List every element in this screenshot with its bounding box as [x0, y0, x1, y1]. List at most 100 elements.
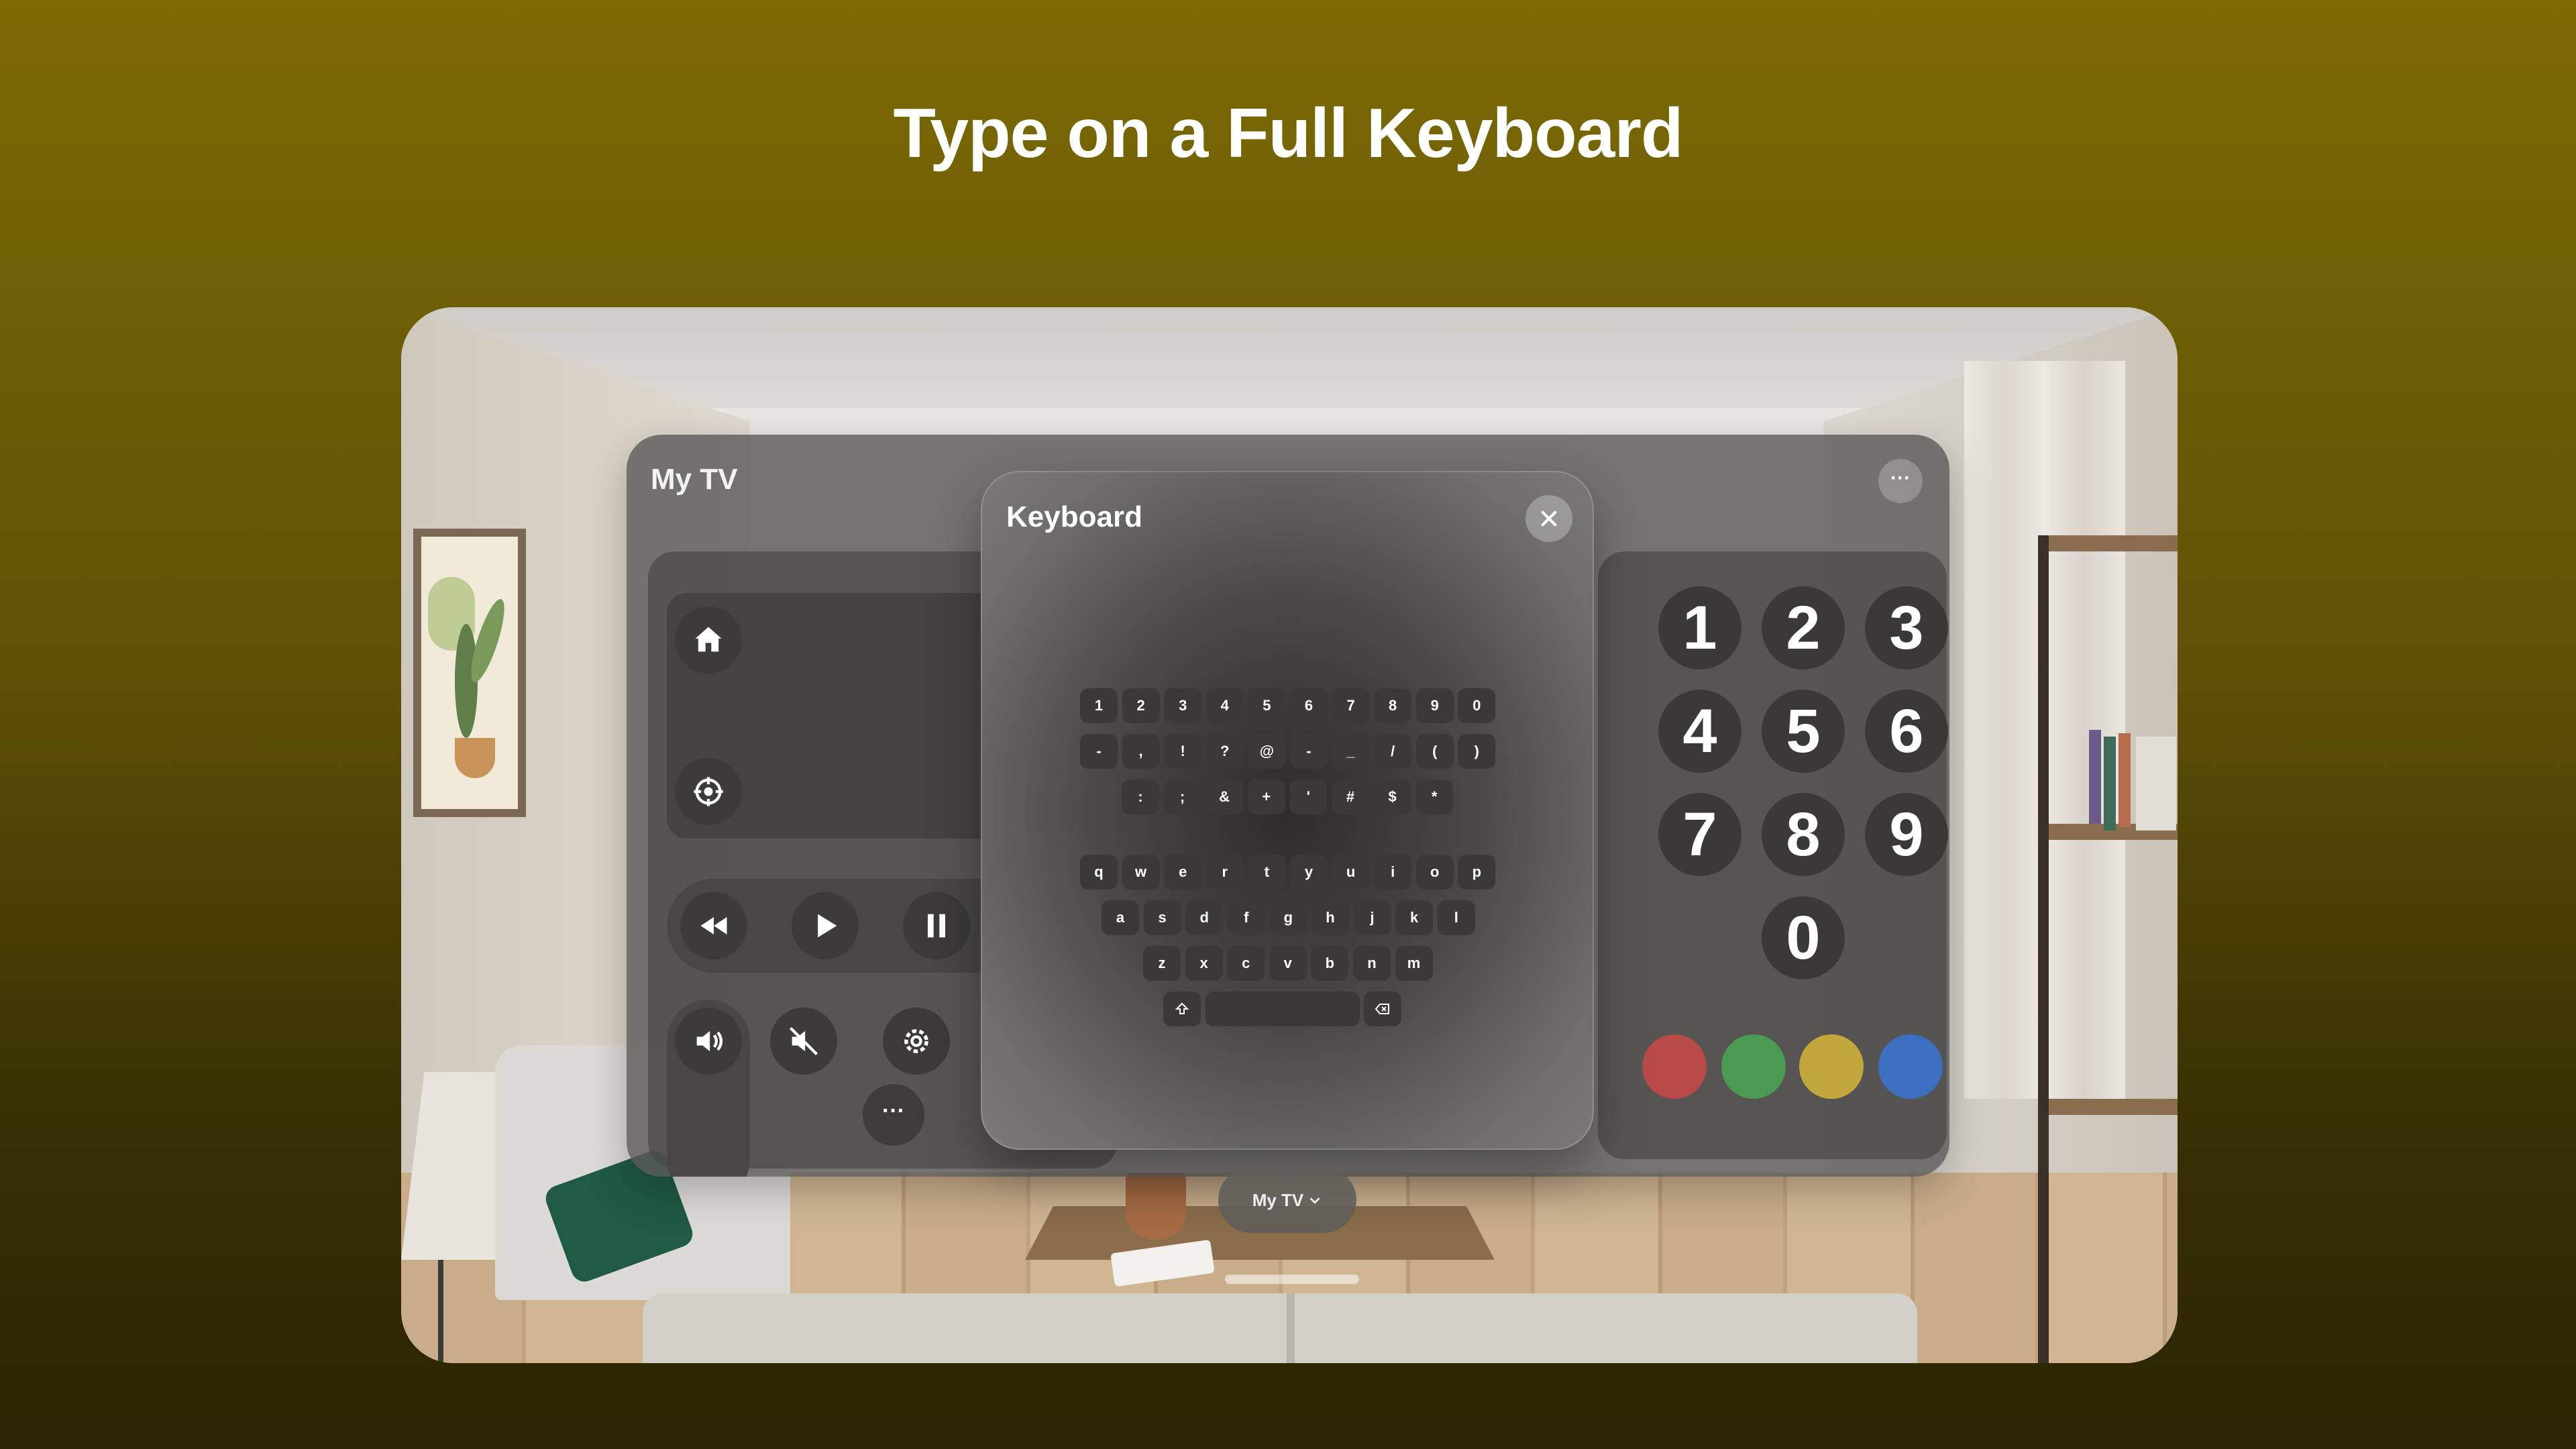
home-button[interactable] [675, 606, 742, 674]
keyboard-key[interactable]: ' [1289, 780, 1328, 814]
numpad-key[interactable]: 8 [1762, 793, 1845, 876]
keyboard-row-bottom [1163, 991, 1406, 1026]
keyboard-key[interactable]: j [1353, 900, 1391, 935]
keyboard-key[interactable]: p [1458, 855, 1496, 890]
keyboard-key[interactable]: r [1205, 855, 1244, 890]
keyboard-key[interactable]: @ [1248, 734, 1286, 769]
keyboard-title: Keyboard [1006, 500, 1142, 533]
keyboard-key[interactable]: g [1269, 900, 1307, 935]
keyboard-key[interactable]: + [1247, 780, 1285, 814]
blue-button[interactable] [1878, 1034, 1943, 1099]
keyboard-key[interactable]: 6 [1289, 688, 1328, 723]
keyboard-key[interactable]: e [1164, 855, 1202, 890]
sofa [643, 1293, 1917, 1363]
numpad-key[interactable]: 2 [1762, 586, 1845, 669]
keyboard-key[interactable]: l [1437, 900, 1475, 935]
numpad-key[interactable]: 1 [1658, 586, 1741, 669]
chevron-down-icon [1309, 1197, 1320, 1204]
keyboard-key[interactable]: d [1185, 900, 1224, 935]
numpad-key[interactable]: 7 [1658, 793, 1741, 876]
keyboard-row-zxcv: zxcvbnm [1143, 946, 1437, 981]
bookshelf [2038, 535, 2178, 1363]
keyboard-key[interactable]: 9 [1415, 688, 1454, 723]
keyboard-key[interactable]: o [1415, 855, 1454, 890]
device-switcher[interactable]: My TV [1218, 1167, 1356, 1233]
keyboard-key[interactable]: i [1374, 855, 1412, 890]
keyboard-key[interactable]: y [1289, 855, 1328, 890]
keyboard-key[interactable]: ) [1458, 734, 1496, 769]
keyboard-row-numbers: 1234567890 [1080, 688, 1500, 723]
keyboard-key[interactable]: / [1374, 734, 1412, 769]
close-button[interactable] [1525, 495, 1572, 542]
vase [1126, 1173, 1186, 1240]
keyboard-key[interactable]: ? [1205, 734, 1244, 769]
keyboard-key[interactable]: ; [1163, 780, 1201, 814]
numpad-panel: 1 2 3 4 5 6 7 8 9 0 [1598, 551, 1948, 1159]
green-button[interactable] [1721, 1034, 1786, 1099]
keyboard-key[interactable]: t [1248, 855, 1286, 890]
numpad-key[interactable]: 3 [1865, 586, 1948, 669]
mute-button[interactable] [770, 1008, 837, 1075]
window-title: My TV [651, 463, 738, 496]
keyboard-key[interactable]: 1 [1080, 688, 1118, 723]
keyboard-key[interactable]: u [1332, 855, 1370, 890]
keyboard-key[interactable]: 3 [1164, 688, 1202, 723]
keyboard-key[interactable]: z [1143, 946, 1181, 981]
keyboard-key[interactable]: 5 [1248, 688, 1286, 723]
volume-up-button[interactable] [675, 1008, 742, 1075]
yellow-button[interactable] [1799, 1034, 1864, 1099]
numpad-key[interactable]: 6 [1865, 690, 1948, 773]
window-grab-bar[interactable] [1225, 1275, 1359, 1284]
play-icon [818, 914, 837, 938]
keyboard-key[interactable]: v [1269, 946, 1307, 981]
touchpad[interactable] [667, 593, 1016, 839]
keyboard-key[interactable]: w [1122, 855, 1160, 890]
keyboard-key[interactable]: & [1205, 780, 1244, 814]
numpad-key[interactable]: 9 [1865, 793, 1948, 876]
keyboard-key[interactable]: h [1311, 900, 1349, 935]
keyboard-key[interactable]: 7 [1332, 688, 1370, 723]
keyboard-key[interactable]: n [1352, 946, 1391, 981]
wall-art [413, 529, 526, 817]
red-button[interactable] [1642, 1034, 1707, 1099]
keyboard-key[interactable]: 4 [1205, 688, 1244, 723]
more-controls-button[interactable]: ··· [863, 1084, 924, 1146]
space-key[interactable] [1205, 991, 1360, 1026]
numpad-key[interactable]: 4 [1658, 690, 1741, 773]
keyboard-key[interactable]: * [1415, 780, 1454, 814]
keyboard-key[interactable]: 0 [1458, 688, 1496, 723]
keyboard-row-symbols-2: :; & + ' # $ * [1122, 780, 1458, 814]
keyboard-key[interactable]: - [1080, 734, 1118, 769]
keyboard-key[interactable]: q [1080, 855, 1118, 890]
keyboard-key[interactable]: : [1122, 780, 1159, 814]
keyboard-key[interactable]: 2 [1122, 688, 1160, 723]
target-icon [694, 777, 723, 806]
select-button[interactable] [675, 758, 742, 825]
numpad-key[interactable]: 5 [1762, 690, 1845, 773]
play-button[interactable] [792, 892, 859, 959]
rewind-button[interactable] [680, 892, 747, 959]
keyboard-key[interactable]: ! [1164, 734, 1202, 769]
delete-key[interactable] [1364, 991, 1402, 1026]
keyboard-key[interactable]: c [1227, 946, 1265, 981]
pause-button[interactable] [903, 892, 970, 959]
keyboard-key[interactable]: s [1143, 900, 1181, 935]
keyboard-key[interactable]: k [1395, 900, 1434, 935]
keyboard-key[interactable]: - [1289, 734, 1328, 769]
keyboard-key[interactable]: ( [1415, 734, 1454, 769]
keyboard-key[interactable]: m [1395, 946, 1433, 981]
keyboard-key[interactable]: x [1185, 946, 1223, 981]
shift-key[interactable] [1163, 991, 1201, 1026]
keyboard-key[interactable]: $ [1373, 780, 1411, 814]
keyboard-key[interactable]: , [1122, 734, 1160, 769]
rewind-icon [700, 917, 727, 934]
keyboard-key[interactable]: 8 [1374, 688, 1412, 723]
keyboard-key[interactable]: _ [1332, 734, 1370, 769]
numpad-key[interactable]: 0 [1762, 896, 1845, 979]
keyboard-key[interactable]: a [1102, 900, 1139, 935]
keyboard-key[interactable]: # [1331, 780, 1369, 814]
keyboard-key[interactable]: f [1227, 900, 1265, 935]
window-more-button[interactable]: ··· [1878, 459, 1923, 503]
settings-button[interactable] [883, 1008, 950, 1075]
keyboard-key[interactable]: b [1311, 946, 1349, 981]
